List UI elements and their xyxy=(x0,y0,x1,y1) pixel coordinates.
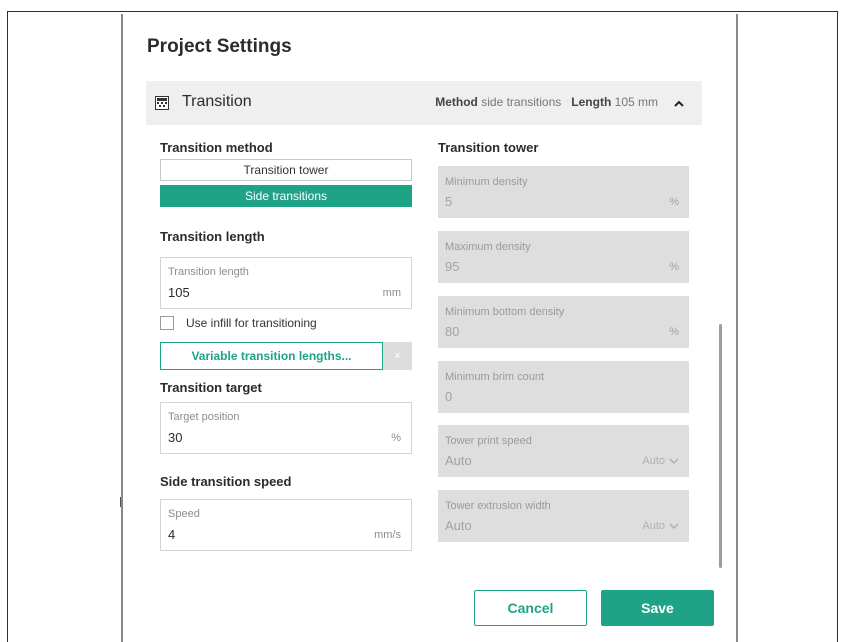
field-label: Target position xyxy=(168,411,240,423)
field-label: Speed xyxy=(168,508,200,520)
field-value: 5 xyxy=(445,194,453,209)
variable-transition-lengths-button[interactable]: Variable transition lengths... xyxy=(160,342,383,370)
field-value: 95 xyxy=(445,259,460,274)
summary-length-value: 105 mm xyxy=(614,95,658,109)
minimum-bottom-density-field: Minimum bottom density 80 % xyxy=(438,296,689,348)
clear-button[interactable]: × xyxy=(383,342,412,370)
use-infill-checkbox[interactable] xyxy=(160,316,174,330)
field-value: Auto xyxy=(445,453,472,468)
transition-length-heading: Transition length xyxy=(160,229,265,244)
transition-method-heading: Transition method xyxy=(160,140,273,155)
section-summary: Method side transitions Length 105 mm xyxy=(435,95,658,109)
summary-method-value: side transitions xyxy=(481,95,562,109)
field-label: Minimum bottom density xyxy=(445,306,565,318)
dialog-title: Project Settings xyxy=(147,36,292,57)
scrollbar[interactable] xyxy=(719,324,722,568)
transition-section-header[interactable]: Transition Method side transitions Lengt… xyxy=(146,81,702,125)
field-label: Transition length xyxy=(168,266,249,278)
tower-print-speed-dropdown: Auto xyxy=(642,455,679,467)
field-unit: mm/s xyxy=(374,529,401,541)
field-unit: % xyxy=(391,432,401,444)
field-value: 0 xyxy=(445,389,453,404)
transition-tower-heading: Transition tower xyxy=(438,140,539,155)
side-transition-speed-heading: Side transition speed xyxy=(160,474,292,489)
field-label: Minimum density xyxy=(445,176,528,188)
speed-field[interactable]: Speed 4 mm/s xyxy=(160,499,412,551)
use-infill-label: Use infill for transitioning xyxy=(186,316,317,330)
transition-grid-icon xyxy=(155,96,169,110)
transition-length-field[interactable]: Transition length 105 mm xyxy=(160,257,412,309)
field-unit: % xyxy=(669,196,679,208)
field-label: Tower print speed xyxy=(445,435,532,447)
tower-extrusion-width-dropdown: Auto xyxy=(642,520,679,532)
tower-print-speed-field: Tower print speed Auto Auto xyxy=(438,425,689,477)
field-unit: mm xyxy=(382,287,401,299)
option-transition-tower[interactable]: Transition tower xyxy=(160,159,412,181)
dropdown-value: Auto xyxy=(642,455,665,467)
option-side-transitions[interactable]: Side transitions xyxy=(160,185,412,207)
save-button[interactable]: Save xyxy=(601,590,714,626)
transition-target-heading: Transition target xyxy=(160,380,262,395)
section-title: Transition xyxy=(182,93,252,110)
chevron-down-icon xyxy=(669,457,679,464)
field-value: Auto xyxy=(445,518,472,533)
tower-extrusion-width-field: Tower extrusion width Auto Auto xyxy=(438,490,689,542)
chevron-up-icon[interactable] xyxy=(673,98,685,110)
field-unit: % xyxy=(669,261,679,273)
field-unit: % xyxy=(669,326,679,338)
field-label: Tower extrusion width xyxy=(445,500,551,512)
field-value: 4 xyxy=(168,527,176,542)
target-position-field[interactable]: Target position 30 % xyxy=(160,402,412,454)
field-value: 80 xyxy=(445,324,460,339)
project-settings-dialog: Project Settings Transition Method side … xyxy=(121,14,738,642)
summary-length-label: Length xyxy=(571,95,612,109)
chevron-down-icon xyxy=(669,522,679,529)
minimum-brim-count-field: Minimum brim count 0 xyxy=(438,361,689,413)
maximum-density-field: Maximum density 95 % xyxy=(438,231,689,283)
summary-method-label: Method xyxy=(435,95,478,109)
minimum-density-field: Minimum density 5 % xyxy=(438,166,689,218)
field-label: Maximum density xyxy=(445,241,531,253)
field-label: Minimum brim count xyxy=(445,371,545,383)
field-value: 105 xyxy=(168,285,190,300)
dropdown-value: Auto xyxy=(642,520,665,532)
cancel-button[interactable]: Cancel xyxy=(474,590,587,626)
field-value: 30 xyxy=(168,430,183,445)
